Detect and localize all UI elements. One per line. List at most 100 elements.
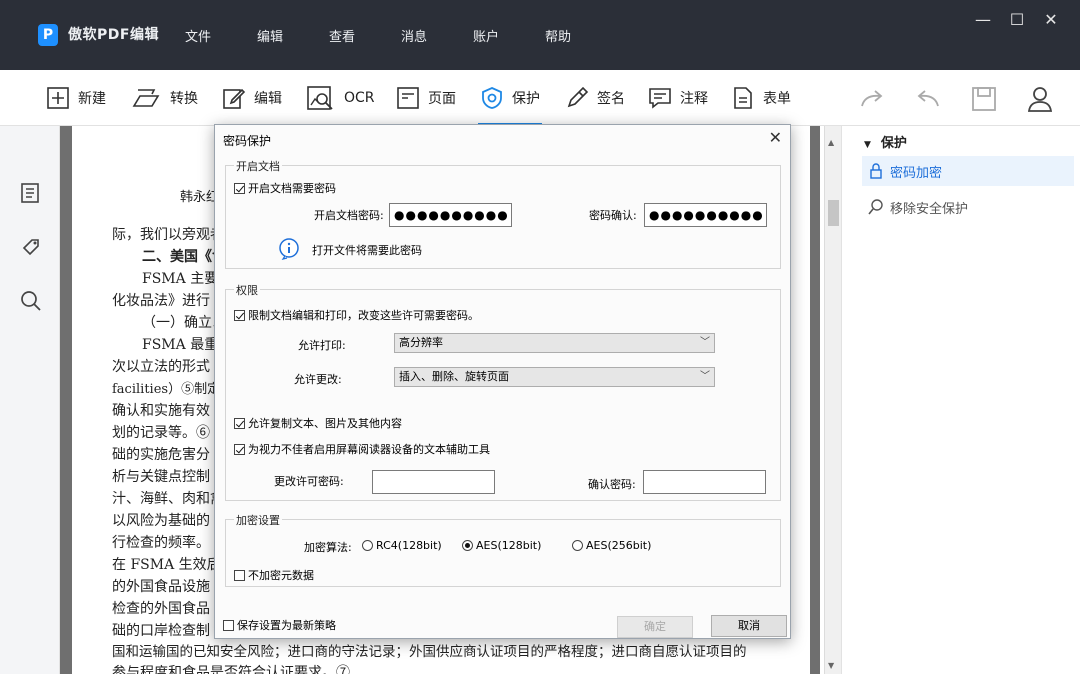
comment-button[interactable]: 注释 [648, 84, 708, 112]
title-bar: P 傲软PDF编辑 文件 编辑 查看 消息 账户 帮助 — ☐ ✕ [0, 0, 1080, 70]
menu-account[interactable]: 账户 [473, 26, 545, 45]
radio-rc4-128[interactable]: RC4(128bit) [362, 539, 442, 552]
perm-confirm-label: 确认密码: [588, 478, 636, 491]
radio-aes-256[interactable]: AES(256bit) [572, 539, 651, 552]
menu-messages[interactable]: 消息 [401, 26, 473, 45]
save-icon[interactable] [970, 86, 998, 112]
doc-line: 汁、海鲜、肉和禽 [112, 491, 224, 507]
radio-on-icon [462, 540, 473, 551]
allow-change-select[interactable]: 插入、删除、旋转页面 ﹀ [394, 367, 715, 387]
no-metadata-checkbox[interactable]: 不加密元数据 [234, 567, 314, 583]
menu-edit[interactable]: 编辑 [257, 26, 329, 45]
protect-panel-title[interactable]: ▼ 保护 [864, 132, 907, 151]
protect-button[interactable]: 保护 [478, 84, 542, 126]
encryption-group-title: 加密设置 [234, 512, 282, 528]
undo-icon[interactable] [914, 86, 942, 112]
perm-password-input[interactable] [372, 470, 495, 494]
ok-button[interactable]: 确定 [617, 616, 693, 638]
protect-panel: ▼ 保护 密码加密 移除安全保护 [841, 126, 1080, 674]
lock-icon [870, 163, 882, 179]
open-password-input[interactable]: ●●●●●●●●●● [389, 203, 512, 227]
menu-view[interactable]: 查看 [329, 26, 401, 45]
convert-label: 转换 [170, 91, 198, 107]
convert-button[interactable]: 转换 [130, 84, 198, 112]
app-name: 傲软PDF编辑 [68, 27, 159, 43]
thumbnails-icon[interactable] [20, 182, 42, 204]
require-password-checkbox[interactable]: 开启文档需要密码 [234, 180, 336, 196]
doc-line: 础的实施危害分 [112, 447, 210, 463]
save-policy-label: 保存设置为最新策略 [237, 619, 336, 632]
vertical-scrollbar[interactable]: ▲ ▼ [824, 126, 841, 674]
page-label: 页面 [428, 91, 456, 107]
doc-line: 参与程度和食品是否符合认证要求。⑦ [112, 665, 350, 674]
scroll-down-icon[interactable]: ▼ [828, 661, 834, 670]
dialog-close-button[interactable]: ✕ [769, 128, 782, 147]
doc-line: 检查的外国食品 [112, 601, 210, 617]
search-icon[interactable] [20, 290, 42, 312]
remove-security-item[interactable]: 移除安全保护 [862, 192, 1074, 222]
save-policy-check-icon [223, 619, 234, 631]
save-policy-checkbox[interactable]: 保存设置为最新策略 [223, 617, 336, 633]
bookmark-tag-icon[interactable] [20, 236, 42, 258]
radio-off-icon [572, 540, 583, 551]
page-button[interactable]: 页面 [396, 84, 456, 112]
dialog-title: 密码保护 [223, 134, 272, 148]
page-icon [397, 87, 419, 109]
redo-icon[interactable] [858, 86, 886, 112]
app-logo-icon: P [38, 24, 58, 46]
user-account-icon[interactable] [1026, 86, 1054, 112]
screen-reader-checkbox[interactable]: 为视力不佳者启用屏幕阅读器设备的文本辅助工具 [234, 441, 490, 457]
remove-security-icon [868, 199, 883, 215]
doc-line: 化妆品法》进行 [112, 293, 210, 309]
form-label: 表单 [763, 91, 791, 107]
cancel-button[interactable]: 取消 [711, 615, 787, 637]
radio-aes128-label: AES(128bit) [476, 539, 542, 552]
ocr-button[interactable]: OCR [306, 84, 375, 112]
scroll-up-icon[interactable]: ▲ [828, 138, 834, 147]
chevron-down-icon: ﹀ [700, 371, 710, 382]
password-encrypt-item[interactable]: 密码加密 [862, 156, 1074, 186]
confirm-password-input[interactable]: ●●●●●●●●●● [644, 203, 767, 227]
main-toolbar: 新建 转换 编辑 OCR 页面 保护 签名 注释 表单 [0, 70, 1080, 126]
no-metadata-check-icon [234, 569, 245, 581]
radio-aes-128[interactable]: AES(128bit) [462, 539, 541, 552]
maximize-button[interactable]: ☐ [1000, 10, 1034, 29]
protect-panel-title-text: 保护 [880, 136, 907, 151]
edit-label: 编辑 [254, 91, 282, 107]
perm-confirm-input[interactable] [643, 470, 766, 494]
doc-line: 的外国食品设施 [112, 579, 210, 595]
allow-print-select[interactable]: 高分辨率 ﹀ [394, 333, 715, 353]
require-password-check-icon [234, 182, 245, 194]
form-button[interactable]: 表单 [731, 84, 791, 112]
edit-pen-icon [223, 88, 246, 109]
allow-copy-check-icon [234, 417, 245, 429]
open-password-label: 开启文档密码: [314, 209, 384, 222]
ocr-label: OCR [344, 90, 375, 106]
close-window-button[interactable]: ✕ [1034, 10, 1068, 29]
allow-copy-checkbox[interactable]: 允许复制文本、图片及其他内容 [234, 415, 402, 431]
doc-line: FSMA 最重 [142, 337, 219, 353]
algorithm-label: 加密算法: [304, 541, 352, 554]
new-button[interactable]: 新建 [46, 84, 106, 112]
permissions-group: 权限 限制文档编辑和打印，改变这些许可需要密码。 允许打印: 高分辨率 ﹀ 允许… [225, 282, 781, 501]
allow-copy-label: 允许复制文本、图片及其他内容 [248, 417, 402, 430]
minimize-button[interactable]: — [966, 10, 1000, 29]
open-doc-group: 开启文档 开启文档需要密码 开启文档密码: ●●●●●●●●●● 密码确认: ●… [225, 158, 781, 269]
sign-button[interactable]: 签名 [565, 84, 625, 112]
menu-help[interactable]: 帮助 [545, 26, 617, 45]
edit-button[interactable]: 编辑 [222, 84, 282, 112]
scroll-thumb[interactable] [828, 200, 839, 226]
allow-print-label: 允许打印: [298, 339, 346, 352]
new-label: 新建 [78, 91, 106, 107]
comment-icon [649, 88, 671, 109]
ocr-scan-icon [307, 86, 333, 110]
permissions-group-title: 权限 [234, 282, 260, 298]
menu-file[interactable]: 文件 [185, 26, 257, 45]
comment-label: 注释 [680, 91, 708, 107]
doc-line: 确认和实施有效 [112, 403, 210, 419]
form-icon [734, 87, 752, 109]
doc-line: 在 FSMA 生效后 [112, 557, 221, 573]
restrict-editing-checkbox[interactable]: 限制文档编辑和打印，改变这些许可需要密码。 [234, 307, 479, 323]
password-encrypt-label: 密码加密 [890, 165, 943, 181]
open-doc-group-title: 开启文档 [234, 158, 282, 174]
